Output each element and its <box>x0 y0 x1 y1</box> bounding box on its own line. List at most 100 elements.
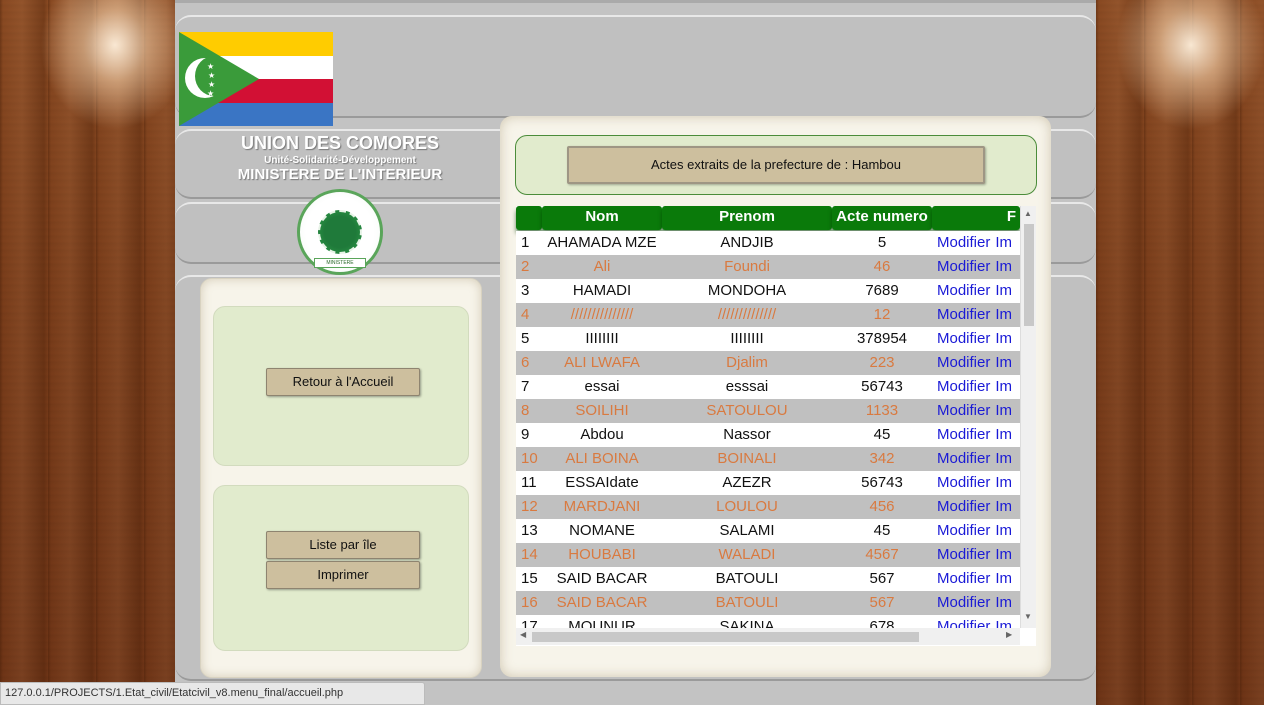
horizontal-scrollbar[interactable]: ◀ ▶ <box>516 628 1020 645</box>
cell-actions: Modifier Im <box>937 615 1020 628</box>
table-row: 15 SAID BACAR BATOULI 567 Modifier Im <box>516 567 1020 591</box>
print-link[interactable]: Im <box>995 594 1012 611</box>
cell-acte-numero: 56743 <box>861 378 903 395</box>
scroll-thumb-horizontal[interactable] <box>532 632 919 642</box>
table-row: 7 essai esssai 56743 Modifier Im <box>516 375 1020 399</box>
cell-acte-numero: 678 <box>869 618 895 628</box>
cell-nom: /////////////// <box>570 306 634 323</box>
modify-link[interactable]: Modifier <box>937 498 990 515</box>
print-button[interactable]: Imprimer <box>266 561 420 589</box>
scroll-down-icon[interactable]: ▼ <box>1024 612 1032 621</box>
modify-link[interactable]: Modifier <box>937 594 990 611</box>
cell-acte-numero: 56743 <box>861 474 903 491</box>
cell-nom: SAID BACAR <box>556 570 648 587</box>
home-button[interactable]: Retour à l'Accueil <box>266 368 420 396</box>
column-header-index <box>516 206 542 230</box>
cell-nom: Abdou <box>580 426 624 443</box>
modify-link[interactable]: Modifier <box>937 402 990 419</box>
cell-acte-numero: 223 <box>869 354 895 371</box>
modify-link[interactable]: Modifier <box>937 426 990 443</box>
cell-nom: MOUNUR <box>568 618 636 628</box>
modify-link[interactable]: Modifier <box>937 546 990 563</box>
comoros-flag: ★ ★ ★ ★ <box>179 32 333 126</box>
table-row: 5 IIIIIIII IIIIIIII 378954 Modifier Im <box>516 327 1020 351</box>
cell-prenom: Foundi <box>724 258 770 275</box>
row-index: 12 <box>521 498 538 515</box>
cell-actions: Modifier Im <box>937 303 1020 327</box>
scroll-thumb[interactable] <box>1024 224 1034 326</box>
table-row: 11 ESSAIdate AZEZR 56743 Modifier Im <box>516 471 1020 495</box>
print-link[interactable]: Im <box>995 378 1012 395</box>
table-row: 1 AHAMADA MZE ANDJIB 5 Modifier Im <box>516 231 1020 255</box>
row-index: 4 <box>521 306 530 323</box>
modify-link[interactable]: Modifier <box>937 282 990 299</box>
scroll-up-icon[interactable]: ▲ <box>1024 209 1032 218</box>
cell-nom: MARDJANI <box>563 498 641 515</box>
scroll-right-icon[interactable]: ▶ <box>1006 630 1012 639</box>
print-link[interactable]: Im <box>995 450 1012 467</box>
table-row: 8 SOILIHI SATOULOU 1133 Modifier Im <box>516 399 1020 423</box>
print-link[interactable]: Im <box>995 474 1012 491</box>
print-link[interactable]: Im <box>995 522 1012 539</box>
sidebar: Retour à l'Accueil Liste par île Imprime… <box>200 278 482 678</box>
cell-nom: essai <box>584 378 620 395</box>
print-link[interactable]: Im <box>995 354 1012 371</box>
cell-actions: Modifier Im <box>937 543 1020 567</box>
table-row: 10 ALI BOINA BOINALI 342 Modifier Im <box>516 447 1020 471</box>
cell-nom: HOUBABI <box>568 546 636 563</box>
row-index: 7 <box>521 378 530 395</box>
acts-table[interactable]: Nom Prenom Acte numero F 1 AHAMADA MZE AND… <box>516 206 1036 646</box>
ministry-name: MINISTERE DE L'INTERIEUR <box>237 166 443 183</box>
cell-prenom: BATOULI <box>715 594 779 611</box>
modify-link[interactable]: Modifier <box>937 378 990 395</box>
list-by-island-button[interactable]: Liste par île <box>266 531 420 559</box>
row-index: 15 <box>521 570 538 587</box>
prefecture-label: Actes extraits de la prefecture de : Ham… <box>567 146 985 184</box>
print-link[interactable]: Im <box>995 402 1012 419</box>
row-index: 3 <box>521 282 530 299</box>
cell-acte-numero: 567 <box>869 594 895 611</box>
cell-actions: Modifier Im <box>937 375 1020 399</box>
print-link[interactable]: Im <box>995 234 1012 251</box>
print-link[interactable]: Im <box>995 330 1012 347</box>
content-panel: Actes extraits de la prefecture de : Ham… <box>500 116 1051 677</box>
print-link[interactable]: Im <box>995 498 1012 515</box>
cell-prenom: MONDOHA <box>707 282 787 299</box>
modify-link[interactable]: Modifier <box>937 330 990 347</box>
modify-link[interactable]: Modifier <box>937 354 990 371</box>
print-link[interactable]: Im <box>995 546 1012 563</box>
row-index: 9 <box>521 426 530 443</box>
cell-acte-numero: 378954 <box>856 330 908 347</box>
cell-actions: Modifier Im <box>937 351 1020 375</box>
cell-prenom: LOULOU <box>716 498 778 515</box>
print-link[interactable]: Im <box>995 618 1012 628</box>
modify-link[interactable]: Modifier <box>937 570 990 587</box>
row-index: 10 <box>521 450 538 467</box>
row-index: 6 <box>521 354 530 371</box>
modify-link[interactable]: Modifier <box>937 258 990 275</box>
print-link[interactable]: Im <box>995 426 1012 443</box>
cell-actions: Modifier Im <box>937 399 1020 423</box>
row-index: 14 <box>521 546 538 563</box>
modify-link[interactable]: Modifier <box>937 306 990 323</box>
modify-link[interactable]: Modifier <box>937 450 990 467</box>
modify-link[interactable]: Modifier <box>937 618 990 628</box>
row-index: 17 <box>521 618 538 628</box>
cell-prenom: SALAMI <box>719 522 775 539</box>
modify-link[interactable]: Modifier <box>937 522 990 539</box>
cell-actions: Modifier Im <box>937 327 1020 351</box>
wood-background-right <box>1096 0 1264 705</box>
cell-nom: ALI LWAFA <box>564 354 640 371</box>
cell-nom: SOILIHI <box>575 402 629 419</box>
print-link[interactable]: Im <box>995 258 1012 275</box>
modify-link[interactable]: Modifier <box>937 474 990 491</box>
print-link[interactable]: Im <box>995 282 1012 299</box>
print-link[interactable]: Im <box>995 306 1012 323</box>
cell-nom: Ali <box>593 258 611 275</box>
cell-actions: Modifier Im <box>937 471 1020 495</box>
vertical-scrollbar[interactable]: ▲ ▼ <box>1020 206 1036 628</box>
scroll-left-icon[interactable]: ◀ <box>520 630 526 639</box>
print-link[interactable]: Im <box>995 570 1012 587</box>
cell-acte-numero: 45 <box>873 522 891 539</box>
modify-link[interactable]: Modifier <box>937 234 990 251</box>
